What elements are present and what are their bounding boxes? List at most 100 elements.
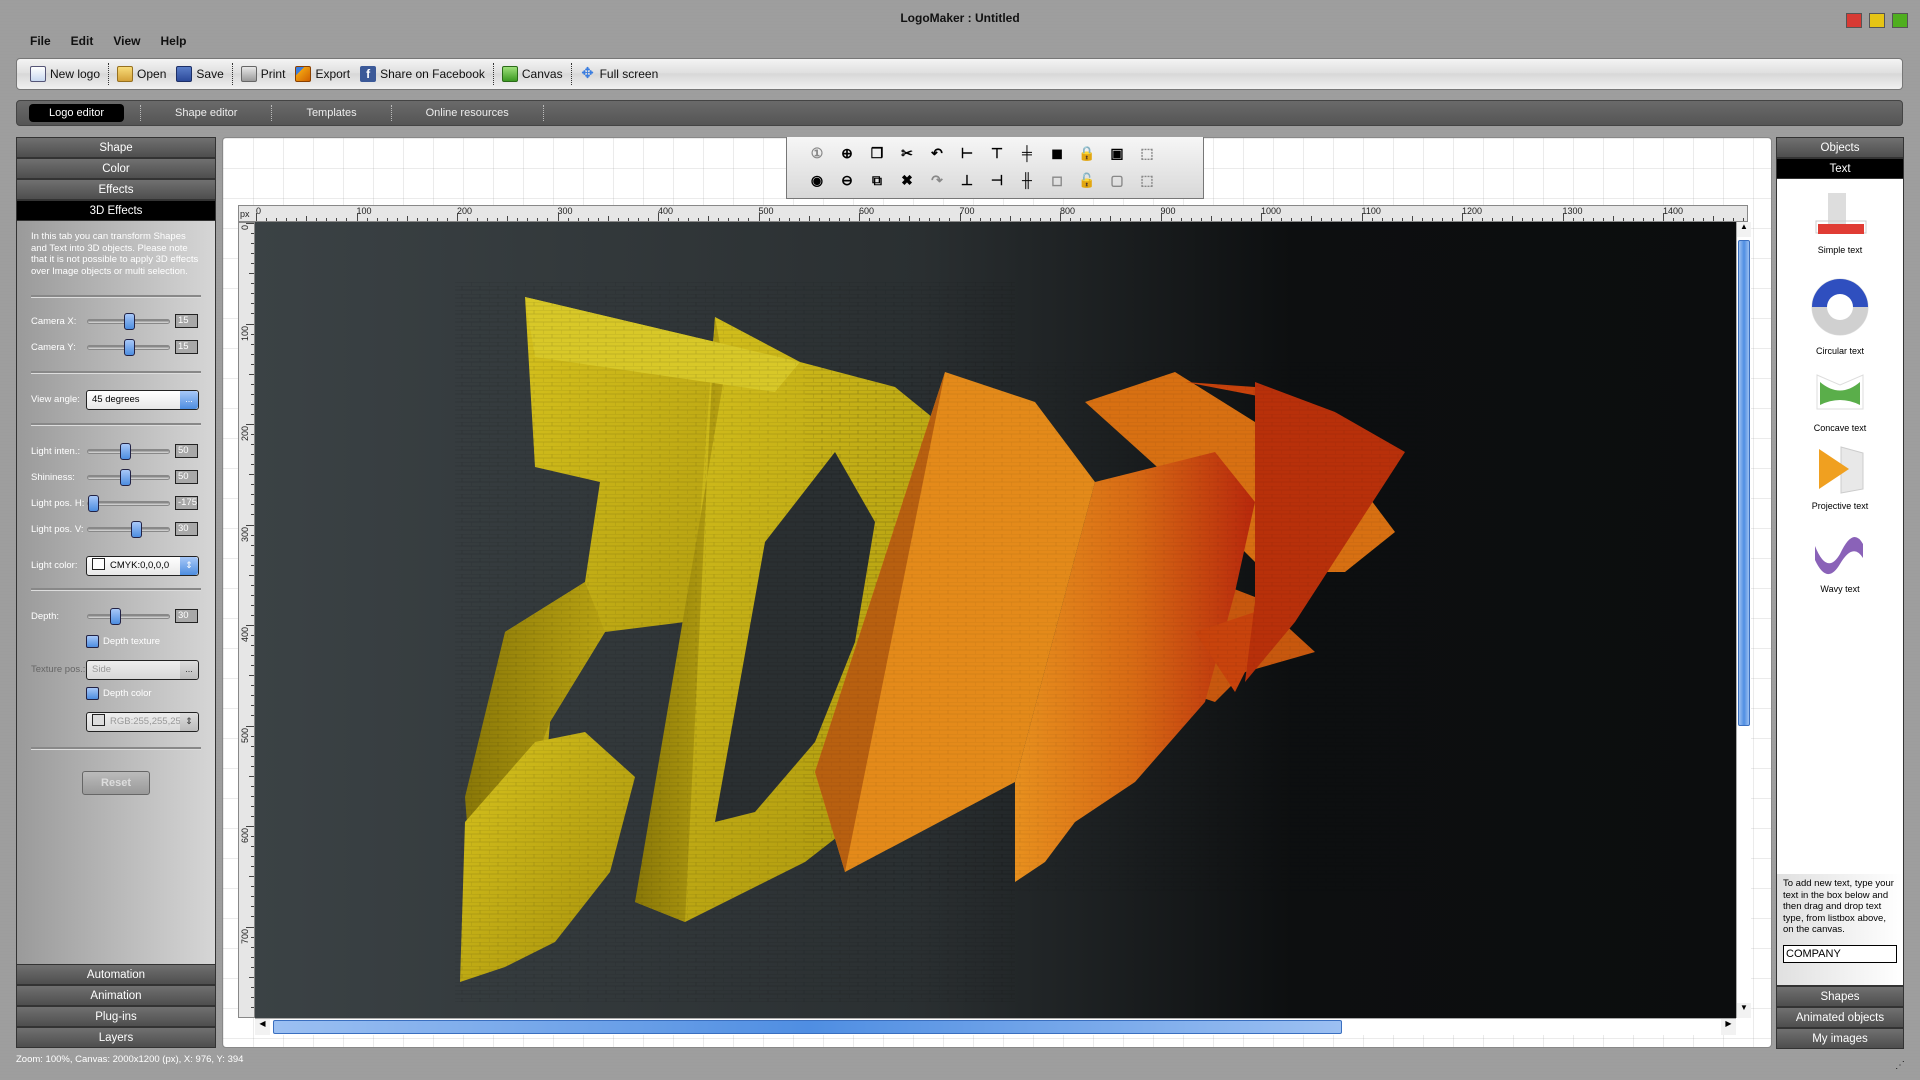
logo-artwork[interactable]: [255, 222, 1736, 1018]
zoom-out-button[interactable]: ⊖: [835, 168, 859, 192]
light-pos-v-value[interactable]: 30: [175, 522, 198, 536]
camera-y-slider[interactable]: [87, 339, 170, 356]
depth-color-picker[interactable]: RGB:255,255,25 ⇕: [86, 712, 199, 732]
tab-logo-editor[interactable]: Logo editor: [29, 104, 125, 122]
section-objects[interactable]: Objects: [1776, 137, 1904, 158]
maximize-window-button[interactable]: [1892, 13, 1908, 28]
light-color-picker[interactable]: CMYK:0,0,0,0 ⇕: [86, 556, 199, 576]
simple-text-item[interactable]: Simple text: [1777, 191, 1903, 255]
menu-file[interactable]: File: [20, 34, 61, 52]
save-button[interactable]: Save: [171, 62, 228, 86]
light-pos-v-slider[interactable]: [87, 521, 170, 538]
redo-button[interactable]: ↷: [925, 168, 949, 192]
slider-thumb[interactable]: [88, 495, 99, 512]
bring-to-front-button[interactable]: ◼: [1045, 141, 1069, 165]
ungroup-button[interactable]: ▢: [1105, 168, 1129, 192]
undo-button[interactable]: ↶: [925, 141, 949, 165]
tab-templates[interactable]: Templates: [288, 104, 374, 122]
open-button[interactable]: Open: [112, 62, 171, 86]
section-text[interactable]: Text: [1776, 158, 1904, 179]
align-center-vertical-button[interactable]: ╪: [1015, 141, 1039, 165]
align-bottom-button[interactable]: ⊥: [955, 168, 979, 192]
camera-x-value[interactable]: 15: [175, 314, 198, 328]
slider-thumb[interactable]: [120, 443, 132, 460]
unlock-button[interactable]: 🔓: [1075, 168, 1099, 192]
circular-text-item[interactable]: Circular text: [1777, 274, 1903, 356]
send-to-back-button[interactable]: ◻: [1045, 168, 1069, 192]
horizontal-scroll-thumb[interactable]: [273, 1020, 1343, 1034]
paste-button[interactable]: ⧉: [865, 168, 889, 192]
depth-texture-checkbox[interactable]: [86, 635, 99, 648]
shininess-value[interactable]: 50: [175, 470, 198, 484]
camera-x-slider[interactable]: [87, 313, 170, 330]
section-shapes[interactable]: Shapes: [1776, 986, 1904, 1007]
light-intensity-slider[interactable]: [87, 443, 170, 460]
slider-thumb[interactable]: [124, 313, 135, 330]
camera-y-value[interactable]: 15: [175, 340, 198, 354]
tab-online-resources[interactable]: Online resources: [408, 104, 527, 122]
new-text-input[interactable]: [1783, 944, 1897, 963]
align-left-button[interactable]: ⊢: [955, 141, 979, 165]
share-facebook-button[interactable]: f Share on Facebook: [355, 62, 490, 86]
horizontal-scrollbar[interactable]: ◀ ▶: [255, 1018, 1736, 1035]
full-screen-button[interactable]: ✥ Full screen: [575, 62, 664, 86]
slider-thumb[interactable]: [124, 339, 135, 356]
section-shape[interactable]: Shape: [16, 137, 216, 158]
minimize-window-button[interactable]: [1869, 13, 1885, 28]
export-button[interactable]: Export: [290, 62, 355, 86]
print-button[interactable]: Print: [236, 62, 291, 86]
menu-edit[interactable]: Edit: [61, 34, 104, 52]
close-window-button[interactable]: [1846, 13, 1862, 28]
vertical-scrollbar[interactable]: ▲ ▼: [1736, 222, 1751, 1018]
delete-button[interactable]: ✖: [895, 168, 919, 192]
cut-button[interactable]: ✂: [895, 141, 919, 165]
align-top-button[interactable]: ⊤: [985, 141, 1009, 165]
group-button[interactable]: ▣: [1105, 141, 1129, 165]
align-right-button[interactable]: ⊣: [985, 168, 1009, 192]
ellipsis-button[interactable]: ...: [180, 661, 198, 679]
depth-color-checkbox[interactable]: [86, 687, 99, 700]
zoom-in-button[interactable]: ⊕: [835, 141, 859, 165]
select-all-button[interactable]: ⬚: [1135, 141, 1159, 165]
shininess-slider[interactable]: [87, 469, 170, 486]
wavy-text-item[interactable]: Wavy text: [1777, 524, 1903, 594]
projective-text-item[interactable]: Projective text: [1777, 441, 1903, 511]
section-color[interactable]: Color: [16, 158, 216, 179]
scroll-right-arrow-icon[interactable]: ▶: [1721, 1019, 1736, 1035]
menu-view[interactable]: View: [103, 34, 150, 52]
depth-slider[interactable]: [87, 608, 170, 625]
deselect-button[interactable]: ⬚: [1135, 168, 1159, 192]
design-canvas[interactable]: [255, 222, 1736, 1018]
resize-grip-icon[interactable]: ⋰: [1895, 1060, 1905, 1071]
slider-thumb[interactable]: [120, 469, 132, 486]
section-animation[interactable]: Animation: [16, 985, 216, 1006]
reset-button[interactable]: Reset: [82, 771, 150, 795]
depth-value[interactable]: 30: [175, 609, 198, 623]
section-effects[interactable]: Effects: [16, 179, 216, 200]
slider-thumb[interactable]: [131, 521, 143, 538]
align-center-horizontal-button[interactable]: ╫: [1015, 168, 1039, 192]
scroll-left-arrow-icon[interactable]: ◀: [255, 1019, 270, 1035]
light-pos-h-slider[interactable]: [87, 495, 170, 512]
light-intensity-value[interactable]: 50: [175, 444, 198, 458]
lock-button[interactable]: 🔒: [1075, 141, 1099, 165]
ellipsis-button[interactable]: ...: [180, 391, 198, 409]
section-animated-objects[interactable]: Animated objects: [1776, 1007, 1904, 1028]
text-word-shape[interactable]: [805, 362, 1425, 892]
texture-pos-dropdown[interactable]: Side ...: [86, 660, 199, 680]
copy-button[interactable]: ❐: [865, 141, 889, 165]
concave-text-item[interactable]: Concave text: [1777, 367, 1903, 433]
section-my-images[interactable]: My images: [1776, 1028, 1904, 1049]
section-layers[interactable]: Layers: [16, 1027, 216, 1048]
zoom-actual-size-button[interactable]: ①: [805, 141, 829, 165]
scroll-up-arrow-icon[interactable]: ▲: [1737, 222, 1751, 237]
slider-thumb[interactable]: [109, 608, 121, 625]
menu-help[interactable]: Help: [150, 34, 196, 52]
zoom-fit-button[interactable]: ◉: [805, 168, 829, 192]
view-angle-dropdown[interactable]: 45 degrees ...: [86, 390, 199, 410]
new-logo-button[interactable]: New logo: [25, 62, 105, 86]
vertical-scroll-thumb[interactable]: [1738, 240, 1750, 727]
section-plug-ins[interactable]: Plug-ins: [16, 1006, 216, 1027]
tab-shape-editor[interactable]: Shape editor: [157, 104, 255, 122]
section-3d-effects[interactable]: 3D Effects: [16, 200, 216, 221]
